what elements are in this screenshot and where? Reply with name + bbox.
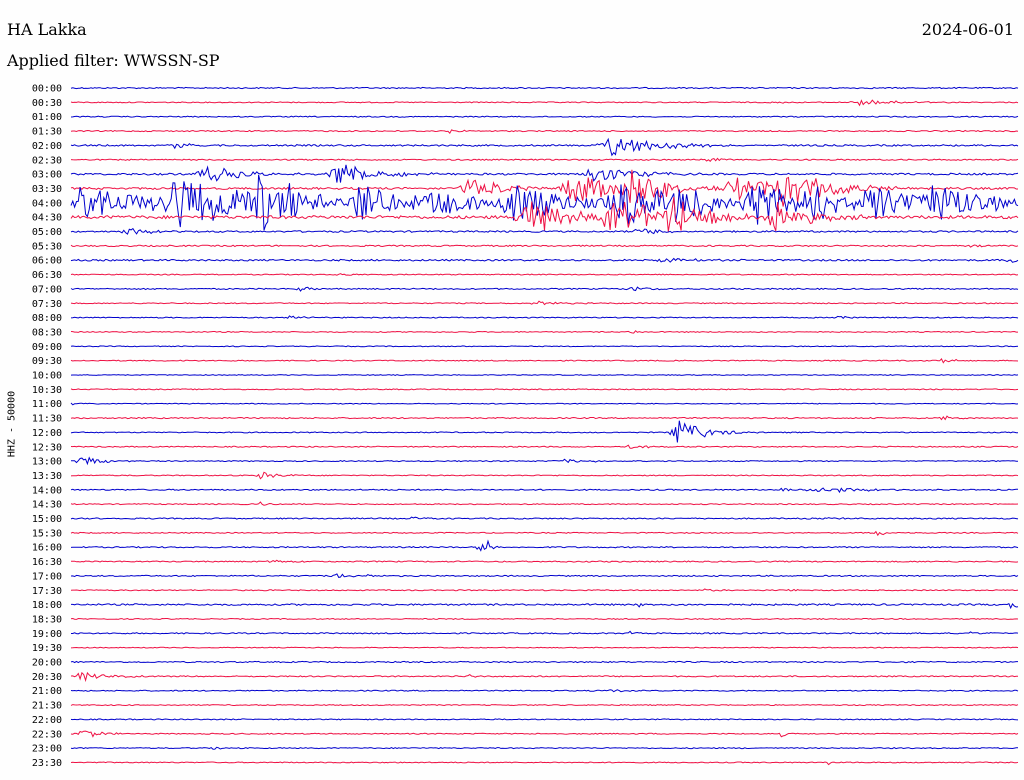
trace-row bbox=[70, 86, 1019, 90]
trace-row bbox=[70, 402, 1019, 406]
row-label: 02:00 bbox=[32, 141, 62, 152]
trace-row bbox=[70, 388, 1019, 391]
row-label: 08:30 bbox=[32, 327, 62, 338]
trace-row bbox=[70, 164, 1019, 183]
row-label: 08:00 bbox=[32, 313, 62, 324]
row-label: 03:30 bbox=[32, 184, 62, 195]
trace-row bbox=[70, 157, 1019, 162]
row-label: 09:30 bbox=[32, 356, 62, 367]
row-label: 00:00 bbox=[32, 84, 62, 95]
row-label: 07:30 bbox=[32, 299, 62, 310]
trace-row bbox=[70, 257, 1019, 263]
trace-row bbox=[70, 746, 1019, 750]
row-label: 23:00 bbox=[32, 744, 62, 755]
trace-row bbox=[70, 539, 1019, 552]
row-label: 02:30 bbox=[32, 155, 62, 166]
row-label: 19:30 bbox=[32, 643, 62, 654]
trace-row bbox=[70, 345, 1019, 348]
trace-row bbox=[70, 415, 1019, 421]
row-label: 15:00 bbox=[32, 514, 62, 525]
row-label: 19:00 bbox=[32, 629, 62, 640]
trace-row bbox=[70, 315, 1019, 319]
trace-row bbox=[70, 244, 1019, 248]
row-label: 05:00 bbox=[32, 227, 62, 238]
row-label: 17:30 bbox=[32, 586, 62, 597]
trace-row bbox=[70, 137, 1019, 157]
row-label: 01:00 bbox=[32, 112, 62, 123]
trace-row bbox=[70, 471, 1019, 480]
row-label: 11:30 bbox=[32, 414, 62, 425]
trace-row bbox=[71, 559, 1019, 563]
trace-row bbox=[70, 129, 1019, 135]
row-label: 21:30 bbox=[32, 701, 62, 712]
row-label: 10:30 bbox=[32, 385, 62, 396]
trace-group bbox=[70, 86, 1019, 766]
trace-row bbox=[70, 573, 1019, 578]
row-label: 03:00 bbox=[32, 170, 62, 181]
row-label: 22:30 bbox=[32, 729, 62, 740]
trace-row bbox=[70, 358, 1019, 364]
trace-row bbox=[70, 169, 1018, 207]
row-label: 04:30 bbox=[32, 213, 62, 224]
trace-row bbox=[71, 456, 1018, 466]
row-label: 12:00 bbox=[32, 428, 62, 439]
row-label: 07:00 bbox=[32, 284, 62, 295]
trace-row bbox=[70, 704, 1019, 707]
row-label: 18:00 bbox=[32, 600, 62, 611]
trace-row bbox=[70, 501, 1019, 506]
trace-row bbox=[70, 588, 1019, 592]
trace-row bbox=[70, 516, 1019, 520]
row-label: 16:00 bbox=[32, 543, 62, 554]
trace-row bbox=[70, 174, 1019, 231]
trace-row bbox=[70, 420, 1019, 443]
trace-row bbox=[70, 671, 1019, 683]
row-label: 09:00 bbox=[32, 342, 62, 353]
row-label: 11:00 bbox=[32, 399, 62, 410]
row-label: 00:30 bbox=[32, 98, 62, 109]
row-label: 22:00 bbox=[32, 715, 62, 726]
row-label: 17:00 bbox=[32, 571, 62, 582]
row-label: 12:30 bbox=[32, 442, 62, 453]
trace-row bbox=[70, 330, 1018, 334]
trace-row bbox=[70, 660, 1018, 664]
trace-row bbox=[70, 646, 1019, 649]
trace-row bbox=[70, 718, 1019, 721]
row-label: 13:30 bbox=[32, 471, 62, 482]
row-label-group: 00:00 00:30 01:00 01:30 02:00 02:30 03:00 03:30… bbox=[32, 84, 62, 769]
trace-row bbox=[70, 617, 1019, 620]
row-label: 05:30 bbox=[32, 241, 62, 252]
trace-row bbox=[70, 689, 1019, 693]
trace-row bbox=[70, 99, 1019, 107]
trace-row bbox=[70, 115, 1019, 118]
trace-row bbox=[70, 530, 1019, 537]
row-label: 21:00 bbox=[32, 686, 62, 697]
row-label: 20:00 bbox=[32, 658, 62, 669]
trace-row bbox=[70, 286, 1019, 292]
row-label: 04:00 bbox=[32, 198, 62, 209]
helicorder-plot: 00:00 00:30 01:00 01:30 02:00 02:30 03:00 03:30… bbox=[32, 84, 1019, 769]
trace-row bbox=[70, 444, 1019, 449]
trace-row bbox=[71, 630, 1019, 635]
row-label: 13:00 bbox=[32, 457, 62, 468]
row-label: 14:00 bbox=[32, 485, 62, 496]
row-label: 20:30 bbox=[32, 672, 62, 683]
row-label: 06:30 bbox=[32, 270, 62, 281]
row-label: 10:00 bbox=[32, 371, 62, 382]
trace-row bbox=[70, 300, 1019, 306]
row-label: 23:30 bbox=[32, 758, 62, 769]
row-label: 16:30 bbox=[32, 557, 62, 568]
row-label: 18:30 bbox=[32, 614, 62, 625]
trace-row bbox=[70, 374, 1019, 376]
trace-row bbox=[70, 730, 1019, 738]
row-label: 14:30 bbox=[32, 500, 62, 511]
trace-row bbox=[70, 487, 1018, 494]
row-label: 06:00 bbox=[32, 256, 62, 267]
row-label: 15:30 bbox=[32, 528, 62, 539]
trace-row bbox=[70, 273, 1019, 276]
trace-row bbox=[70, 761, 1019, 766]
row-label: 01:30 bbox=[32, 127, 62, 138]
trace-row bbox=[71, 602, 1019, 610]
